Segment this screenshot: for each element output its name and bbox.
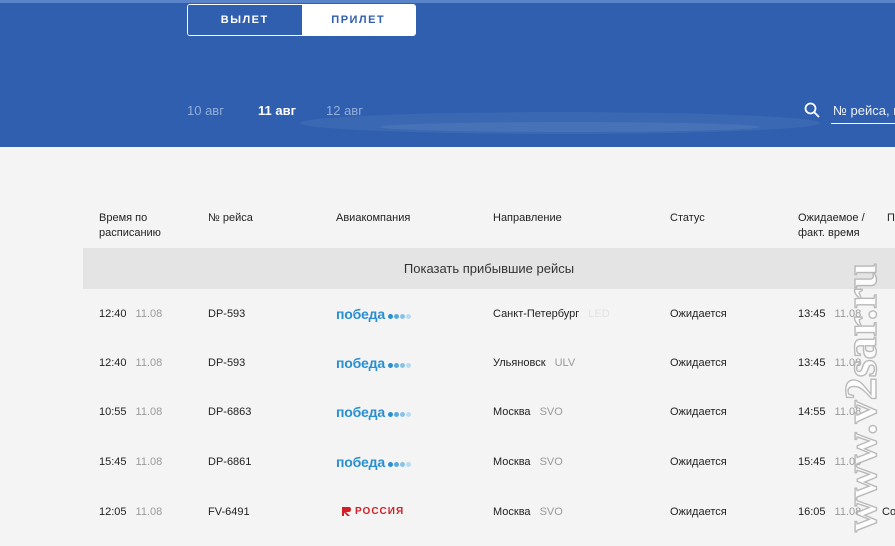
scheduled-time-cell: 12:40 11.08 [99, 338, 162, 387]
header-top-line [0, 0, 895, 3]
destination-city: Москва [493, 405, 531, 418]
destination-city: Москва [493, 455, 531, 468]
direction-cell: Ульяновск ULV [493, 338, 575, 387]
table-row[interactable]: 12:05 11.08 FV-6491 РОССИЯ Москва SVO Ожидаетс… [0, 487, 895, 536]
departure-arrival-toggle: ВЫЛЕТ ПРИЛЕТ [187, 4, 416, 36]
flight-number: DP-6861 [208, 455, 252, 468]
flight-number: DP-6863 [208, 405, 252, 418]
scheduled-time: 12:40 [99, 356, 127, 369]
flight-status: Ожидается [670, 455, 727, 468]
airline-logo-rossiya: РОССИЯ [341, 506, 404, 517]
airport-code: ULV [554, 356, 576, 369]
scheduled-time-cell: 15:45 11.08 [99, 437, 162, 486]
airport-code: SVO [539, 455, 563, 468]
status-cell: Ожидается [670, 338, 727, 387]
scheduled-time: 12:05 [99, 505, 127, 518]
airline-cell: победа [336, 387, 411, 436]
arrival-tab[interactable]: ПРИЛЕТ [301, 5, 415, 35]
actual-time: 14:55 [798, 405, 826, 418]
column-header-direction: Направление [493, 212, 562, 224]
airport-code: SVO [539, 405, 563, 418]
column-header-flight-number: № рейса [208, 212, 253, 224]
scheduled-date: 11.08 [135, 405, 163, 418]
flight-status: Ожидается [670, 405, 727, 418]
column-header-scheduled-time: Время по расписанию [99, 212, 161, 239]
airline-logo-text: победа [336, 403, 385, 420]
scheduled-time: 10:55 [99, 405, 127, 418]
table-row[interactable]: 15:45 11.08 DP-6861 победа Москва SVO Ожидаетс… [0, 437, 895, 486]
scheduled-time-cell: 12:40 11.08 [99, 289, 162, 338]
flight-number-cell: DP-593 [208, 289, 245, 338]
airline-logo-pobeda: победа [336, 355, 411, 371]
actual-time: 16:05 [798, 505, 826, 518]
pobeda-dots-icon [387, 313, 411, 319]
date-tab-10-aug[interactable]: 10 авг [187, 103, 224, 118]
flight-number: DP-593 [208, 307, 246, 320]
table-row[interactable]: 12:40 11.08 DP-593 победа Ульяновск ULV Ожидае… [0, 338, 895, 387]
status-cell: Ожидается [670, 289, 727, 338]
header-cloud-decoration [380, 122, 760, 132]
date-tab-11-aug[interactable]: 11 авг [258, 103, 296, 118]
departure-tab[interactable]: ВЫЛЕТ [188, 5, 302, 35]
airline-logo-text: победа [336, 354, 385, 371]
airline-logo-text: победа [336, 305, 385, 322]
airport-code: SVO [539, 505, 563, 518]
flight-number-cell: DP-6861 [208, 437, 251, 486]
show-arrived-flights-button[interactable]: Показать прибывшие рейсы [83, 248, 895, 289]
svg-text:www.v2sar.ru: www.v2sar.ru [842, 263, 886, 532]
airline-logo-text: победа [336, 453, 385, 470]
table-row[interactable]: 10:55 11.08 DP-6863 победа Москва SVO Ожидаетс… [0, 387, 895, 436]
flight-number: DP-593 [208, 356, 246, 369]
pobeda-dots-icon [387, 411, 411, 417]
airport-code: LED [588, 307, 610, 320]
search-icon[interactable] [804, 102, 820, 118]
date-tab-12-aug[interactable]: 12 авг [326, 103, 363, 118]
airline-logo-pobeda: победа [336, 454, 411, 470]
scheduled-date: 11.08 [135, 307, 163, 320]
flight-number-cell: DP-6863 [208, 387, 251, 436]
destination-city: Санкт-Петербург [493, 307, 580, 320]
actual-time: 15:45 [798, 455, 826, 468]
direction-cell: Санкт-Петербург LED [493, 289, 610, 338]
direction-cell: Москва SVO [493, 387, 563, 436]
scheduled-date: 11.08 [135, 505, 163, 518]
rossiya-wing-icon [342, 507, 351, 516]
scheduled-time: 15:45 [99, 455, 127, 468]
scheduled-time-cell: 10:55 11.08 [99, 387, 162, 436]
status-cell: Ожидается [670, 487, 727, 536]
table-row[interactable]: 12:40 11.08 DP-593 победа Санкт-Петербург LED… [0, 289, 895, 338]
destination-city: Ульяновск [493, 356, 546, 369]
destination-city: Москва [493, 505, 531, 518]
scheduled-time: 12:40 [99, 307, 127, 320]
column-header-status: Статус [670, 212, 705, 224]
airline-logo-pobeda: победа [336, 404, 411, 420]
direction-cell: Москва SVO [493, 437, 563, 486]
scheduled-time-cell: 12:05 11.08 [99, 487, 162, 536]
flight-number-cell: FV-6491 [208, 487, 250, 536]
airline-cell: победа [336, 437, 411, 486]
flight-number: FV-6491 [208, 505, 250, 518]
scheduled-date: 11.08 [135, 356, 163, 369]
airline-logo-pobeda: победа [336, 306, 411, 322]
flight-status: Ожидается [670, 307, 727, 320]
actual-time: 13:45 [798, 307, 826, 320]
status-cell: Ожидается [670, 437, 727, 486]
flight-number-cell: DP-593 [208, 338, 245, 387]
pobeda-dots-icon [387, 461, 411, 467]
airline-cell: победа [336, 338, 411, 387]
airline-cell: РОССИЯ [341, 487, 404, 536]
column-header-airline: Авиакомпания [336, 212, 411, 224]
pobeda-dots-icon [387, 362, 411, 368]
flight-search-input[interactable] [831, 99, 895, 124]
scheduled-date: 11.08 [135, 455, 163, 468]
site-watermark: www.v2sar.ru [842, 262, 887, 533]
status-cell: Ожидается [670, 387, 727, 436]
airline-logo-text: РОССИЯ [355, 506, 405, 517]
airline-cell: победа [336, 289, 411, 338]
flight-status: Ожидается [670, 505, 727, 518]
actual-time: 13:45 [798, 356, 826, 369]
direction-cell: Москва SVO [493, 487, 563, 536]
flight-status: Ожидается [670, 356, 727, 369]
page-header: ВЫЛЕТ ПРИЛЕТ 10 авг 11 авг 12 авг [0, 0, 895, 147]
